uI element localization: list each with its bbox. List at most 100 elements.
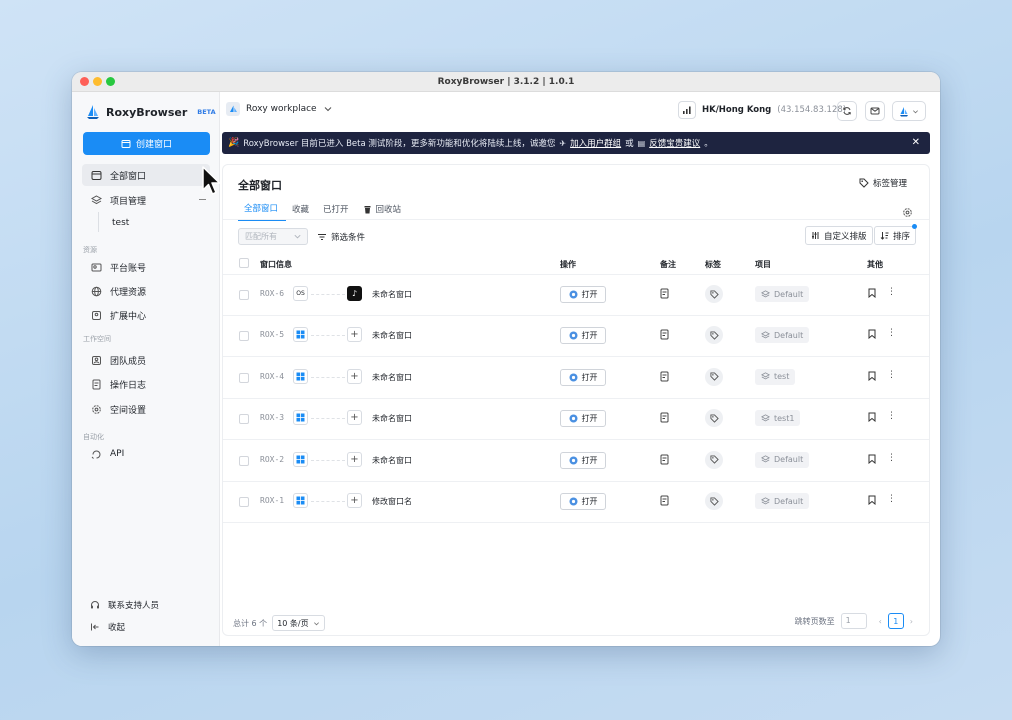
row-checkbox[interactable] [239,331,249,342]
custom-columns-button[interactable]: 自定义排版 [805,226,873,245]
sidebar-item-projects[interactable]: 项目管理 [82,189,210,211]
project-chip[interactable]: Default [755,286,810,302]
tag-icon[interactable] [705,409,723,428]
close-window-button[interactable] [80,77,89,86]
more-icon[interactable]: ⋮ [887,453,896,463]
support-link[interactable]: 联系支持人员 [90,599,159,611]
tag-icon[interactable] [705,450,723,469]
table-row[interactable]: ROX-5 + 未命名窗口 打开 Default ⋮ [223,316,929,358]
proxy-indicator[interactable]: HK/Hong Kong (43.154.83.128) [678,101,846,119]
open-window-button[interactable]: 打开 [560,410,606,428]
match-select[interactable]: 匹配所有 [238,228,308,245]
filter-conditions-button[interactable]: 筛选条件 [317,231,365,243]
bookmark-icon[interactable] [868,288,876,300]
add-platform-icon[interactable]: + [347,410,362,426]
workspace-switcher[interactable]: Roxy workplace [226,102,333,116]
page-number-current[interactable]: 1 [887,613,904,629]
table-settings-button[interactable] [902,203,913,222]
sidebar-item-team[interactable]: 团队成员 [82,349,210,371]
note-icon[interactable] [660,412,670,425]
row-checkbox[interactable] [239,497,249,507]
collapse-icon [91,623,99,631]
add-platform-icon[interactable]: + [347,327,362,343]
jump-page-input[interactable]: 1 [840,613,867,629]
bookmark-icon[interactable] [868,412,876,424]
sidebar-item-proxy[interactable]: 代理资源 [82,280,210,302]
table-row[interactable]: ROX-4 + 未命名窗口 打开 test ⋮ [223,358,929,399]
table-row[interactable]: ROX-6 OS ♪ 未命名窗口 打开 Default ⋮ [223,275,929,316]
feedback-link[interactable]: 反馈宝贵建议 [649,137,700,149]
more-icon[interactable]: ⋮ [887,287,896,297]
create-window-button[interactable]: 创建窗口 [83,132,210,155]
more-icon[interactable]: ⋮ [887,370,896,380]
sidebar-item-all-windows[interactable]: 全部窗口 [82,164,210,186]
tag-icon[interactable] [705,367,723,386]
row-checkbox[interactable] [239,372,249,383]
messages-button[interactable] [865,101,885,121]
open-window-button[interactable]: 打开 [560,368,606,386]
tag-icon[interactable] [705,326,723,345]
row-checkbox[interactable] [239,290,249,300]
collapse-line-icon[interactable] [199,199,206,200]
select-all-checkbox[interactable] [239,258,249,268]
table-row[interactable]: ROX-3 + 未命名窗口 打开 test1 ⋮ [223,399,929,441]
note-icon[interactable] [660,371,670,384]
window-name[interactable]: 未命名窗口 [372,413,412,424]
table-row[interactable]: ROX-2 + 未命名窗口 打开 Default ⋮ [223,441,929,482]
sidebar-item-api[interactable]: API [82,443,210,465]
sidebar-subitem-test[interactable]: test [112,218,129,228]
more-icon[interactable]: ⋮ [887,494,896,504]
note-icon[interactable] [660,454,670,467]
window-name[interactable]: 未命名窗口 [372,455,412,466]
browser-icon [569,414,577,423]
sidebar-item-space-settings[interactable]: 空间设置 [82,398,210,420]
open-window-button[interactable]: 打开 [560,327,606,345]
add-platform-icon[interactable]: + [347,368,362,384]
row-checkbox[interactable] [239,455,249,466]
close-icon[interactable]: ✕ [912,137,920,148]
project-chip[interactable]: Default [755,451,810,468]
minimize-window-button[interactable] [93,77,102,86]
account-menu-button[interactable] [892,101,926,121]
note-icon[interactable] [660,329,670,342]
more-icon[interactable]: ⋮ [887,411,896,421]
add-platform-icon[interactable]: + [347,493,362,508]
proxy-ip: (43.154.83.128) [777,105,847,115]
sidebar-item-platform-accounts[interactable]: 平台账号 [82,256,210,278]
more-icon[interactable]: ⋮ [887,328,896,338]
sort-button[interactable]: 排序 [874,224,918,245]
window-name[interactable]: 未命名窗口 [372,289,412,300]
project-chip[interactable]: Default [755,327,810,344]
bookmark-icon[interactable] [868,371,876,383]
tag-icon[interactable] [705,285,723,303]
add-platform-icon[interactable]: + [347,451,362,467]
open-window-button[interactable]: 打开 [560,493,606,510]
bookmark-icon[interactable] [868,329,876,341]
project-chip[interactable]: Default [755,493,810,509]
page-size-select[interactable]: 10 条/页 [272,615,325,631]
sync-button[interactable] [837,101,857,121]
next-page-icon[interactable]: › [910,617,913,626]
sort-icon [880,232,889,240]
open-window-button[interactable]: 打开 [560,286,606,303]
row-checkbox[interactable] [239,414,249,425]
note-icon[interactable] [660,495,670,508]
sidebar-item-extensions[interactable]: 扩展中心 [82,304,210,326]
table-row[interactable]: ROX-1 + 修改窗口名 打开 Default ⋮ [223,482,929,523]
prev-page-icon[interactable]: ‹ [879,617,882,626]
open-window-button[interactable]: 打开 [560,451,606,469]
bookmark-icon[interactable] [868,454,876,466]
project-chip[interactable]: test [755,368,796,385]
sidebar-item-logs[interactable]: 操作日志 [82,373,210,395]
bookmark-icon[interactable] [868,495,876,507]
tag-management-button[interactable]: 标签管理 [859,177,907,189]
collapse-sidebar-button[interactable]: 收起 [90,621,125,633]
window-name[interactable]: 未命名窗口 [372,330,412,341]
window-name[interactable]: 未命名窗口 [372,372,412,383]
zoom-window-button[interactable] [106,77,115,86]
project-chip[interactable]: test1 [755,410,801,427]
join-group-link[interactable]: 加入用户群组 [570,137,621,149]
tag-icon[interactable] [705,492,723,510]
window-name[interactable]: 修改窗口名 [372,496,412,507]
note-icon[interactable] [660,288,670,301]
